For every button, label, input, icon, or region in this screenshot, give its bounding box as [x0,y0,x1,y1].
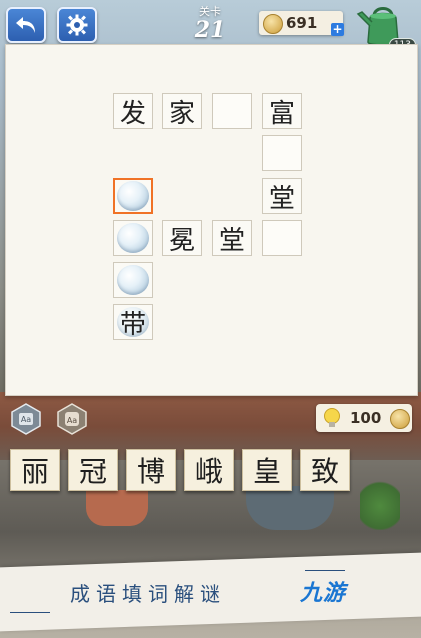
font-size-icon: Aa [11,403,41,435]
candidate-tile[interactable]: 博 [126,449,176,491]
background-pot [246,486,334,530]
hint-cost: 100 [350,409,382,427]
background-plant [360,470,400,530]
grid-cell-bubble[interactable] [113,220,153,256]
candidate-tile[interactable]: 皇 [242,449,292,491]
level-number: 21 [194,17,226,43]
grid-cell-empty[interactable] [212,93,252,129]
grid-cell[interactable]: 堂 [262,178,302,214]
coin-count: 691 [286,14,318,32]
coin-icon [390,409,410,429]
candidate-tile[interactable]: 冠 [68,449,118,491]
grid-cell-selected[interactable] [113,178,153,214]
background-pot [86,490,148,526]
grid-cell-bubble[interactable]: 带 [113,304,153,340]
grid-cell-bubble[interactable] [113,262,153,298]
banner-decoration [10,612,50,613]
banner-decoration [305,570,345,571]
level-indicator: 关卡 21 [185,5,235,42]
hint-button[interactable]: 100 [316,404,412,432]
grid-cell[interactable]: 堂 [212,220,252,256]
lightbulb-icon [324,408,340,427]
grid-cell[interactable]: 家 [162,93,202,129]
grid-cell-empty[interactable] [262,220,302,256]
add-coins-button[interactable]: + [331,23,344,36]
font-size-button[interactable]: Aa [10,403,42,435]
grid-cell[interactable]: 发 [113,93,153,129]
back-arrow-icon [16,17,35,33]
font-style-icon: Aa [57,403,87,435]
settings-button[interactable] [57,7,97,43]
gear-icon [66,14,88,36]
candidate-tile[interactable]: 峨 [184,449,234,491]
bubble-placeholder [117,223,149,253]
svg-text:Aa: Aa [21,415,31,424]
brand-logo: 九游 [300,581,347,606]
candidate-tile[interactable]: 丽 [10,449,60,491]
puzzle-board: 发 家 富 堂 冕 堂 带 [5,44,418,396]
candidate-tile[interactable]: 致 [300,449,350,491]
bubble-placeholder [117,181,149,211]
grid-cell[interactable]: 富 [262,93,302,129]
bubble-placeholder [117,265,149,295]
back-button[interactable] [6,7,46,43]
grid-cell[interactable]: 冕 [162,220,202,256]
cell-character: 带 [119,309,146,340]
grid-cell-empty[interactable] [262,135,302,171]
coin-icon [263,14,283,34]
footer-title: 成语填词解谜 [70,582,226,606]
coin-balance: 691 + [259,11,344,36]
svg-text:Aa: Aa [67,416,77,425]
font-style-button[interactable]: Aa [56,403,88,435]
